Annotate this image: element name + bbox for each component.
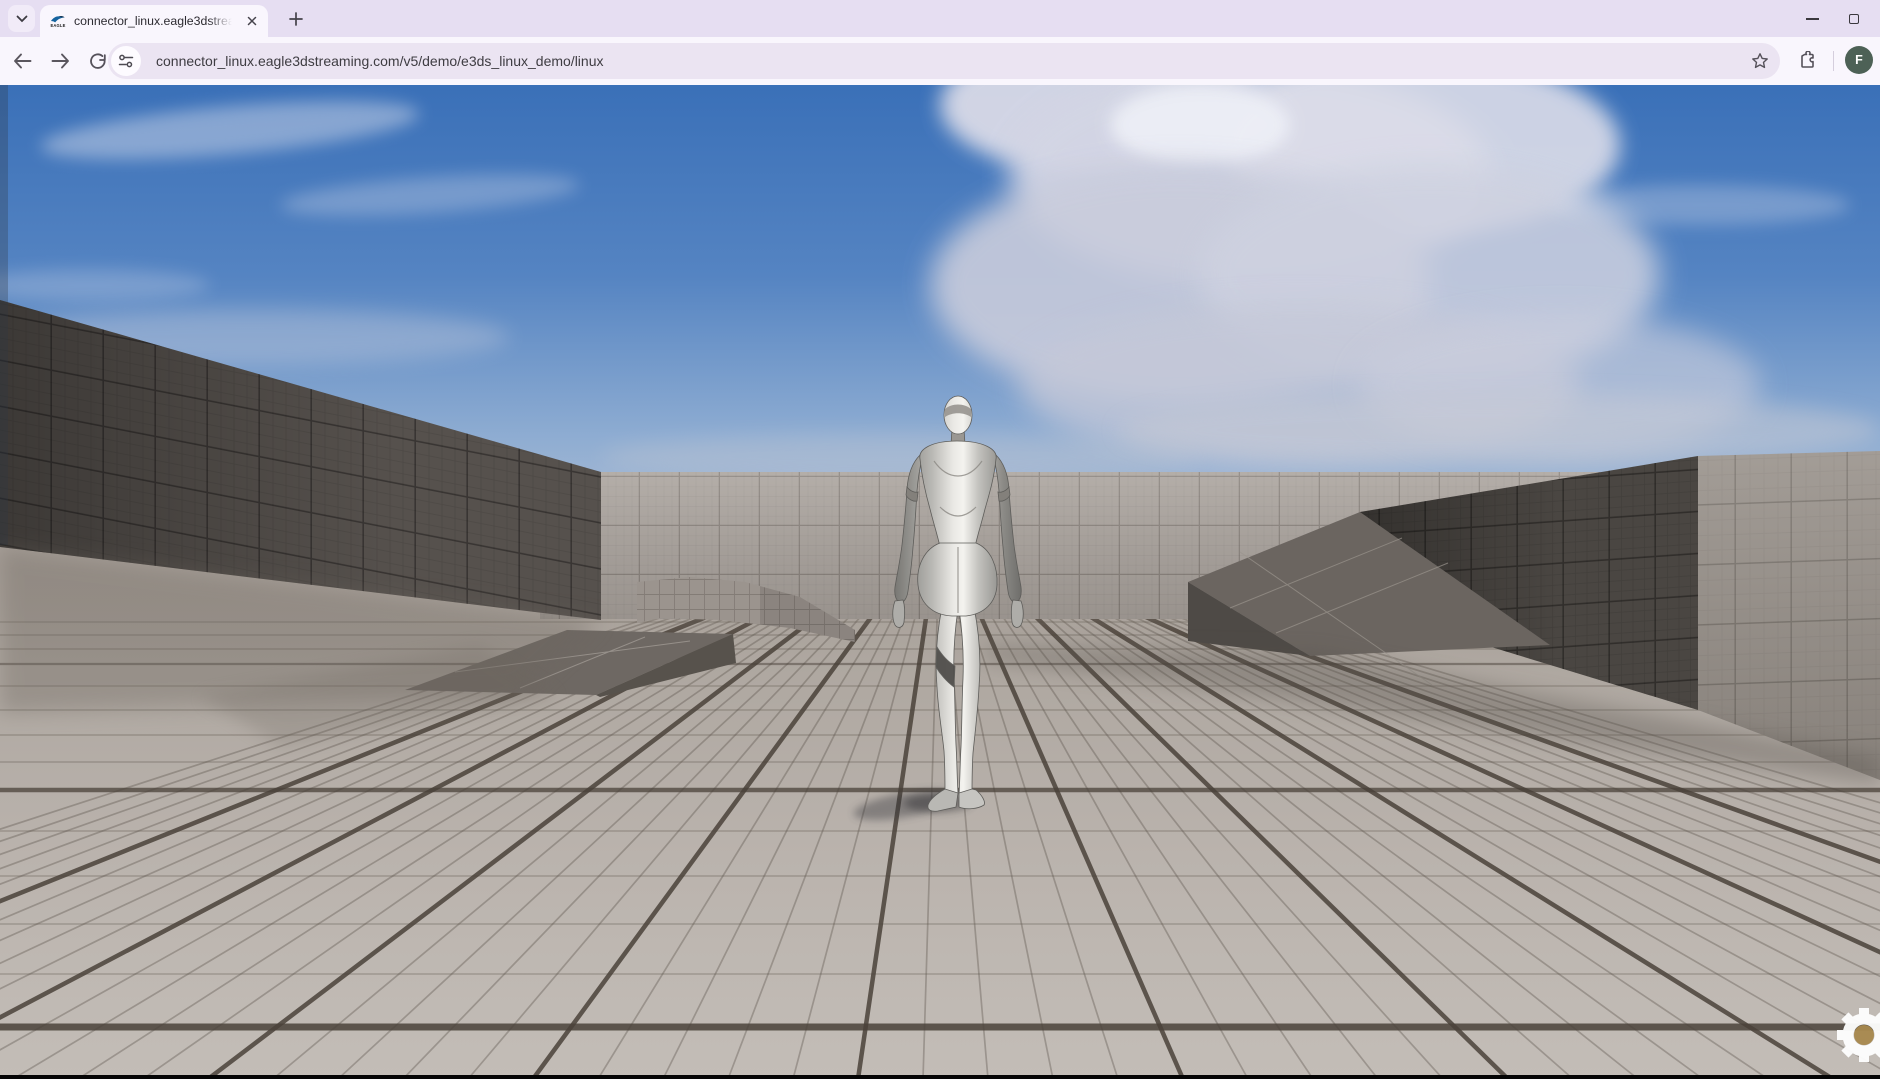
edge-vignette <box>0 85 8 545</box>
bookmark-button[interactable] <box>1750 51 1770 71</box>
cloud-wisp <box>1550 185 1850 225</box>
stream-viewport[interactable] <box>0 85 1880 1079</box>
svg-text:EAGLE: EAGLE <box>50 23 65 28</box>
browser-window: EAGLE connector_linux.eagle3dstreami <box>0 0 1880 1079</box>
forward-button[interactable] <box>46 47 74 75</box>
tab-connector-linux[interactable]: EAGLE connector_linux.eagle3dstreami <box>40 5 268 37</box>
character-right-hand <box>1011 600 1023 627</box>
gear-center <box>1854 1025 1874 1045</box>
tab-close-button[interactable] <box>244 13 260 29</box>
plus-icon <box>289 12 303 26</box>
profile-avatar[interactable]: F <box>1845 46 1873 74</box>
tab-title: connector_linux.eagle3dstreami <box>74 5 232 37</box>
window-restore-button[interactable] <box>1842 7 1866 30</box>
site-settings-button[interactable] <box>111 46 141 76</box>
chevron-down-icon <box>16 15 28 23</box>
minimize-icon <box>1806 18 1819 20</box>
close-icon <box>247 16 257 26</box>
restore-icon <box>1849 14 1859 24</box>
letterbox-bar <box>0 1075 1880 1079</box>
character-hips <box>918 543 997 616</box>
address-bar[interactable]: connector_linux.eagle3dstreaming.com/v5/… <box>108 43 1780 79</box>
browser-toolbar: connector_linux.eagle3dstreaming.com/v5/… <box>0 37 1880 85</box>
puzzle-icon <box>1798 51 1818 71</box>
tab-search-button[interactable] <box>8 5 35 32</box>
character-left-hand <box>893 600 905 627</box>
extensions-button[interactable] <box>1794 47 1822 75</box>
tune-icon <box>117 53 135 69</box>
arrow-right-icon <box>51 53 70 69</box>
tab-strip: EAGLE connector_linux.eagle3dstreami <box>0 0 1880 37</box>
toolbar-divider <box>1833 51 1834 71</box>
arrow-left-icon <box>13 53 32 69</box>
game-scene <box>0 85 1880 1079</box>
window-minimize-button[interactable] <box>1800 7 1824 30</box>
new-tab-button[interactable] <box>284 7 307 30</box>
star-icon <box>1751 52 1769 70</box>
url-text[interactable]: connector_linux.eagle3dstreaming.com/v5/… <box>156 43 1736 79</box>
eagle3d-favicon: EAGLE <box>50 13 66 29</box>
reload-icon <box>89 52 107 70</box>
profile-initial: F <box>1855 53 1863 67</box>
cloud <box>1110 85 1290 165</box>
back-button[interactable] <box>8 47 36 75</box>
